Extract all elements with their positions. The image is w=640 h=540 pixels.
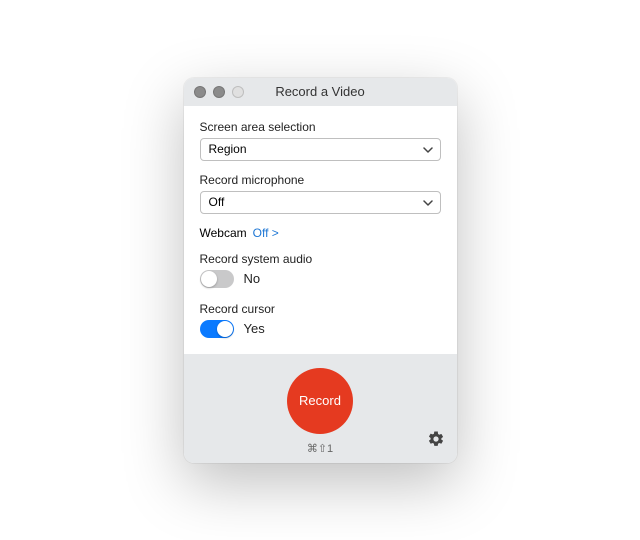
gear-icon[interactable]	[427, 430, 445, 453]
record-button[interactable]: Record	[287, 368, 353, 434]
cursor-value: Yes	[244, 321, 265, 336]
screen-area-label: Screen area selection	[200, 120, 441, 134]
traffic-lights	[194, 86, 244, 98]
system-audio-value: No	[244, 271, 261, 286]
minimize-window-button[interactable]	[213, 86, 225, 98]
screen-area-select[interactable]: Region	[200, 138, 441, 161]
record-video-window: Record a Video Screen area selection Reg…	[184, 78, 457, 463]
microphone-select[interactable]: Off	[200, 191, 441, 214]
system-audio-toggle[interactable]	[200, 270, 234, 288]
microphone-label: Record microphone	[200, 173, 441, 187]
webcam-label: Webcam	[200, 226, 247, 240]
system-audio-label: Record system audio	[200, 252, 441, 266]
toggle-knob	[201, 271, 217, 287]
content-area: Screen area selection Region Record micr…	[184, 106, 457, 354]
close-window-button[interactable]	[194, 86, 206, 98]
toggle-knob	[217, 321, 233, 337]
footer: Record ⌘⇧1	[184, 354, 457, 463]
webcam-row: Webcam Off >	[200, 226, 441, 240]
cursor-toggle[interactable]	[200, 320, 234, 338]
record-shortcut: ⌘⇧1	[307, 442, 333, 455]
cursor-label: Record cursor	[200, 302, 441, 316]
titlebar: Record a Video	[184, 78, 457, 106]
maximize-window-button[interactable]	[232, 86, 244, 98]
webcam-link[interactable]: Off >	[253, 226, 279, 240]
